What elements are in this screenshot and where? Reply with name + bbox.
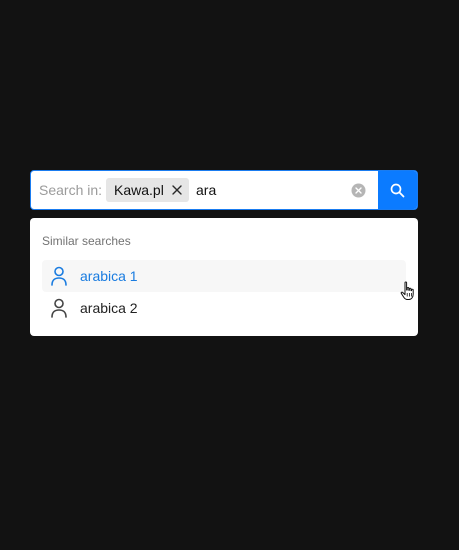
clear-circle-icon[interactable] — [351, 183, 366, 198]
search-input[interactable] — [196, 171, 346, 209]
hand-pointer-icon — [400, 281, 414, 300]
scope-chip-label: Kawa.pl — [114, 182, 164, 198]
person-icon — [51, 266, 67, 286]
close-icon[interactable] — [172, 185, 182, 195]
person-icon — [51, 298, 67, 318]
suggestions-dropdown: Similar searches arabica 1 arabica 2 — [30, 218, 418, 336]
scope-chip: Kawa.pl — [106, 178, 189, 202]
suggestion-item[interactable]: arabica 1 — [42, 260, 406, 292]
suggestion-item[interactable]: arabica 2 — [42, 292, 406, 324]
search-scope-prefix: Search in: — [39, 182, 103, 198]
search-button[interactable] — [378, 171, 417, 209]
dropdown-heading: Similar searches — [42, 234, 131, 248]
suggestion-label: arabica 1 — [80, 268, 138, 284]
suggestion-label: arabica 2 — [80, 300, 138, 316]
search-icon — [390, 183, 405, 197]
search-bar: Search in: Kawa.pl — [30, 170, 418, 210]
